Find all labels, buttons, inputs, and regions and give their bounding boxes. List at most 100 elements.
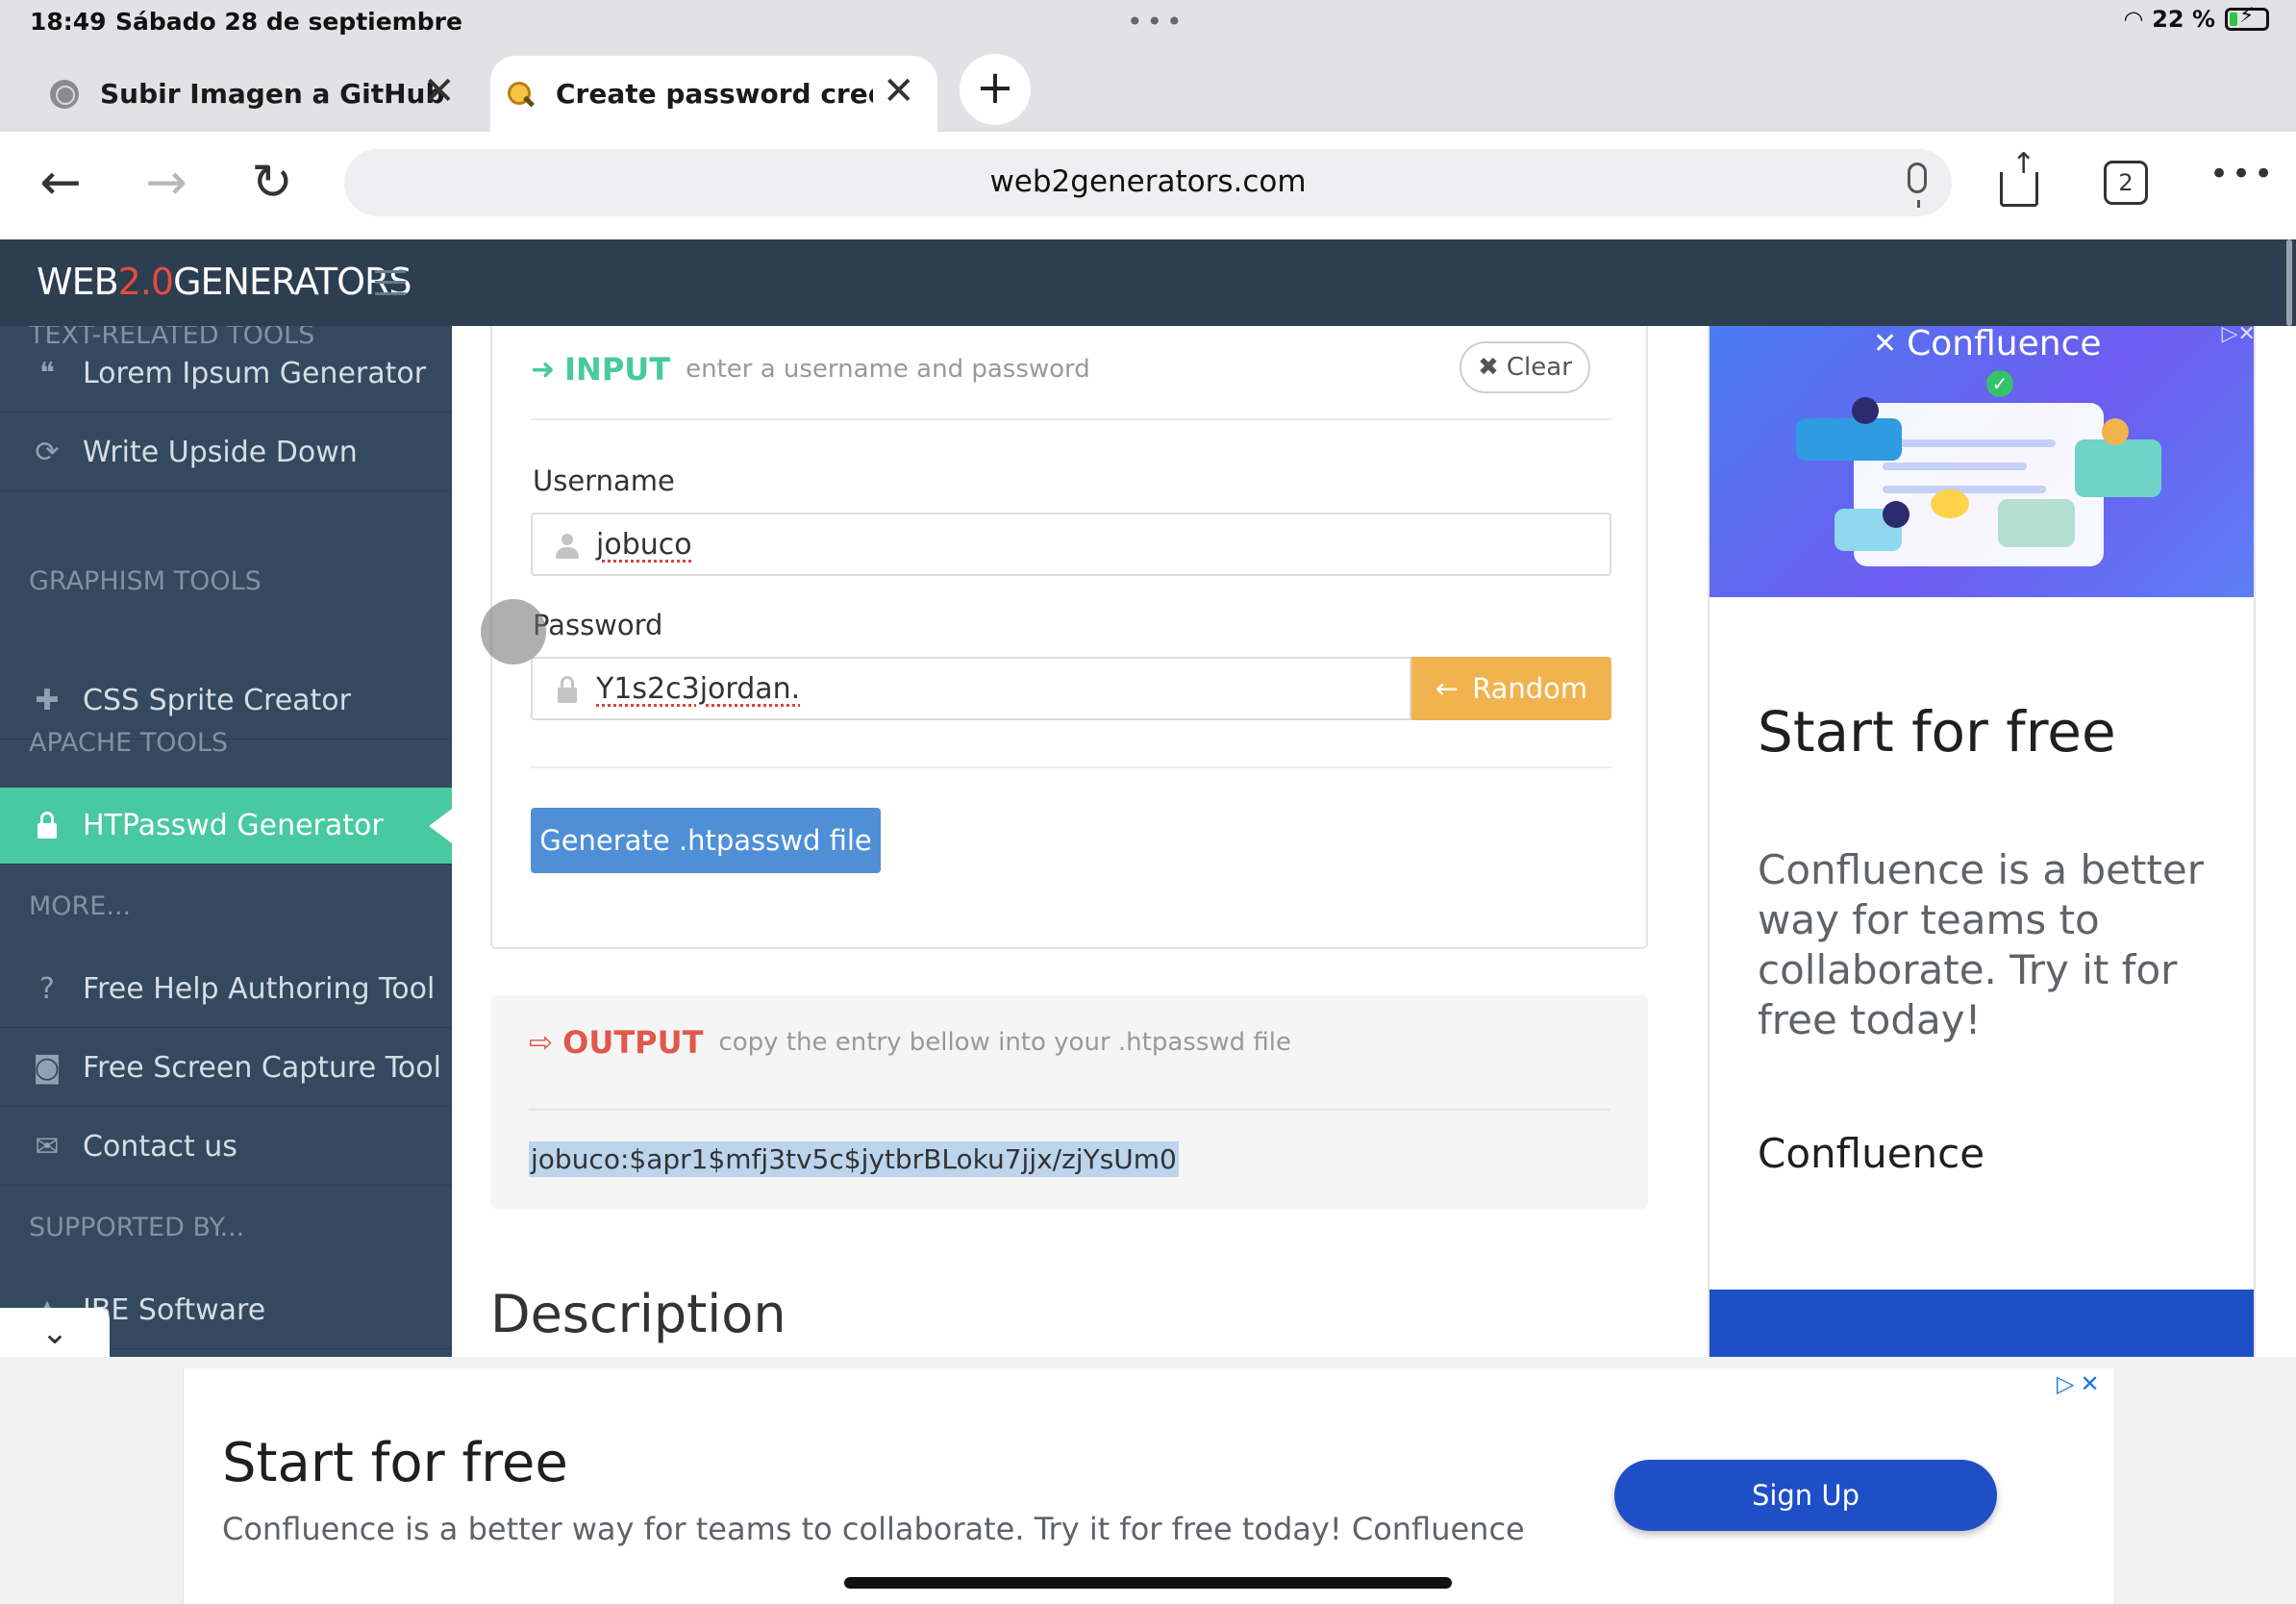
camera-icon: ◙ xyxy=(33,1050,62,1085)
refresh-icon: ⟳ xyxy=(35,435,60,469)
tab-title: Create password credentials xyxy=(556,78,873,110)
sidebar-item-htpasswd[interactable]: HTPasswd Generator xyxy=(0,788,452,865)
check-icon: ✓ xyxy=(1986,370,2013,397)
sign-out-icon: ⇨ xyxy=(529,1025,554,1060)
ad-heading: Start for free xyxy=(1758,699,2116,764)
ad-banner-image[interactable]: ✕ Confluence ▷✕ ✓ xyxy=(1710,326,2254,597)
sidebar-item-write-upside-down[interactable]: ⟳ Write Upside Down xyxy=(0,414,452,491)
bottom-ad-heading: Start for free xyxy=(222,1432,568,1494)
home-indicator[interactable] xyxy=(844,1577,1452,1589)
sidebar-header-graphism-tools: GRAPHISM TOOLS xyxy=(29,566,262,596)
sidebar-item-contact[interactable]: ✉ Contact us xyxy=(0,1109,452,1186)
tab-create-password[interactable]: Create password credentials ✕ xyxy=(490,56,937,132)
ad-shape xyxy=(1796,418,1902,461)
sidebar-item-label: Free Help Authoring Tool xyxy=(83,972,436,1006)
divider xyxy=(529,1109,1610,1111)
close-icon: ✖ xyxy=(1478,353,1499,382)
quote-icon: ❝ xyxy=(38,356,56,390)
main-content: ➜ INPUT enter a username and password ✖ … xyxy=(452,326,1652,1357)
status-time: 18:49 xyxy=(30,8,107,36)
htpasswd-output[interactable]: jobuco:$apr1$mfj3tv5c$jytbrBLoku7jjx/zjY… xyxy=(529,1141,1179,1177)
sidebar-item-lorem-ipsum[interactable]: ❝ Lorem Ipsum Generator xyxy=(0,336,452,413)
forward-arrow-icon[interactable]: → xyxy=(133,149,200,216)
site-header: WEB2.0GENERATORS xyxy=(0,239,2296,326)
arrow-left-icon: ← xyxy=(1435,672,1460,705)
sign-in-icon: ➜ xyxy=(531,352,556,387)
lock-icon xyxy=(33,811,62,840)
sidebar-item-label: Free Screen Capture Tool xyxy=(83,1051,441,1085)
battery-icon: ⚡ xyxy=(2225,4,2269,31)
divider xyxy=(531,766,1611,768)
puzzle-icon: ✚ xyxy=(35,683,60,717)
ad-shape xyxy=(1931,489,1969,518)
tab-subir-imagen[interactable]: Subir Imagen a GitHub ✕ xyxy=(0,56,486,132)
tab-count-button[interactable]: 2 xyxy=(2104,161,2148,205)
ad-choices-icon[interactable]: ▷✕ xyxy=(2057,1370,2106,1397)
sidebar-header-apache-tools: APACHE TOOLS xyxy=(29,728,228,758)
site-logo[interactable]: WEB2.0GENERATORS xyxy=(37,261,412,303)
sidebar-item-label: IBE Software xyxy=(83,1293,266,1327)
confluence-logo: ✕ Confluence xyxy=(1873,326,2102,363)
status-date: Sábado 28 de septiembre xyxy=(115,8,462,36)
tab-title: Subir Imagen a GitHub xyxy=(100,78,445,110)
generate-htpasswd-button[interactable]: Generate .htpasswd file xyxy=(531,808,881,873)
clear-button[interactable]: ✖ Clear xyxy=(1460,341,1590,393)
close-tab-icon[interactable]: ✕ xyxy=(423,69,456,113)
sidebar: TEXT-RELATED TOOLS ❝ Lorem Ipsum Generat… xyxy=(0,326,452,1357)
ad-cta-bar[interactable] xyxy=(1710,1290,2254,1357)
ad-person xyxy=(2102,418,2129,445)
sign-up-button[interactable]: Sign Up xyxy=(1614,1460,1997,1531)
reload-icon[interactable]: ↻ xyxy=(238,149,306,216)
share-icon[interactable]: ↑ xyxy=(1998,147,2040,207)
microphone-icon[interactable] xyxy=(1908,163,1927,208)
page-scrollbar[interactable] xyxy=(2286,239,2292,326)
address-bar[interactable]: web2generators.com xyxy=(344,149,1952,216)
password-input[interactable]: Y1s2c3jordan. xyxy=(531,657,1411,720)
sidebar-header-supported-by: SUPPORTED BY... xyxy=(29,1213,245,1242)
close-tab-icon[interactable]: ✕ xyxy=(883,69,915,113)
username-input[interactable]: jobuco xyxy=(531,513,1611,576)
sidebar-item-label: Contact us xyxy=(83,1130,237,1164)
touch-indicator xyxy=(481,599,546,664)
globe-icon xyxy=(50,79,79,109)
sidebar-item-label: CSS Sprite Creator xyxy=(83,684,351,717)
bottom-advertisement: ▷✕ Start for free Confluence is a better… xyxy=(0,1357,2296,1604)
browser-chrome: 18:49 Sábado 28 de septiembre ••• ◠ 22 %… xyxy=(0,0,2296,132)
input-panel-title: ➜ INPUT enter a username and password xyxy=(531,351,1090,388)
ad-person xyxy=(1852,397,1879,424)
battery-percent: 22 % xyxy=(2152,6,2215,33)
sidebar-item-label: Lorem Ipsum Generator xyxy=(83,357,427,390)
question-icon: ? xyxy=(39,971,55,1006)
user-icon xyxy=(556,534,579,559)
ad-company: Confluence xyxy=(1758,1130,1985,1177)
bottom-ad-text: Confluence is a better way for teams to … xyxy=(222,1511,1525,1547)
ad-body-text: Confluence is a better way for teams to … xyxy=(1758,846,2204,1043)
sidebar-item-label: Write Upside Down xyxy=(83,436,358,469)
back-arrow-icon[interactable]: ← xyxy=(27,149,94,216)
sidebar-item-screen-capture[interactable]: ◙ Free Screen Capture Tool xyxy=(0,1030,452,1107)
username-value: jobuco xyxy=(596,528,692,562)
new-tab-button[interactable]: + xyxy=(960,54,1031,125)
ad-shape xyxy=(2075,439,2161,497)
confluence-logo-icon: ✕ xyxy=(1873,327,1898,361)
envelope-icon: ✉ xyxy=(35,1129,60,1164)
sidebar-item-help-authoring[interactable]: ? Free Help Authoring Tool xyxy=(0,951,452,1028)
username-label: Username xyxy=(533,464,675,497)
browser-toolbar: ← → ↻ web2generators.com ↑ 2 ••• xyxy=(0,132,2296,239)
ad-person xyxy=(1883,501,1909,528)
bottom-ad-card[interactable]: ▷✕ Start for free Confluence is a better… xyxy=(183,1368,2115,1604)
more-options-icon[interactable]: ••• xyxy=(2209,155,2276,193)
side-advertisement[interactable]: ✕ Confluence ▷✕ ✓ Start for free Conflue… xyxy=(1708,326,2256,1357)
status-indicators: ◠ 22 % ⚡ xyxy=(2125,4,2269,33)
random-button[interactable]: ← Random xyxy=(1411,657,1611,720)
hamburger-menu-icon[interactable] xyxy=(375,270,406,295)
divider xyxy=(531,418,1611,420)
output-panel-title: ⇨ OUTPUT copy the entry bellow into your… xyxy=(529,1024,1291,1061)
password-label: Password xyxy=(533,609,663,641)
collapse-chevron-down-icon[interactable]: ⌄ xyxy=(0,1308,110,1358)
password-value: Y1s2c3jordan. xyxy=(596,672,801,706)
url-text: web2generators.com xyxy=(989,164,1307,199)
multitasking-dots-icon[interactable]: ••• xyxy=(1127,6,1186,38)
output-panel: ⇨ OUTPUT copy the entry bellow into your… xyxy=(490,995,1648,1209)
ad-choices-icon[interactable]: ▷✕ xyxy=(2222,326,2254,346)
